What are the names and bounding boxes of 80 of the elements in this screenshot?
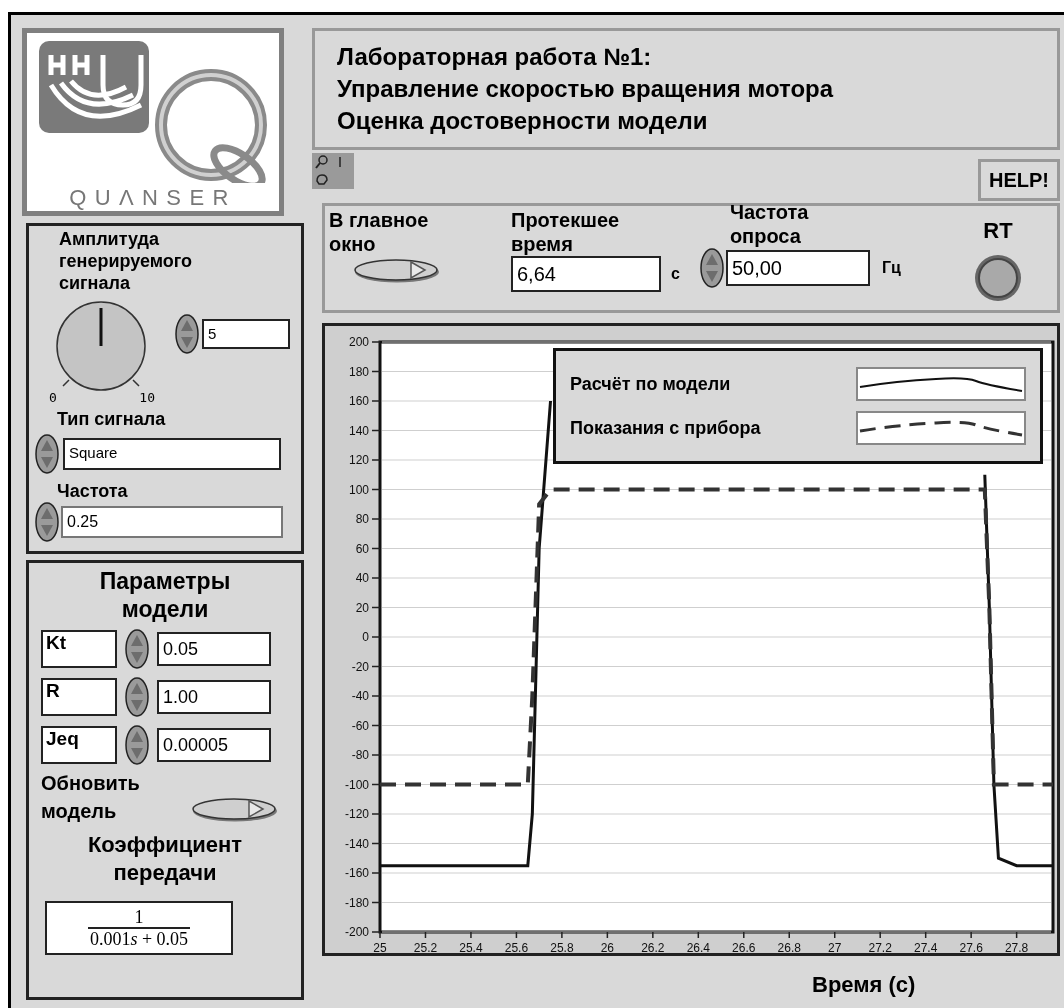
elapsed-time-field[interactable]: 6,64 [511, 256, 661, 292]
x-tick-label: 25 [373, 941, 387, 953]
x-tick-label: 26 [600, 941, 615, 953]
main-window-button[interactable] [353, 258, 441, 284]
unit-label: с [671, 264, 680, 284]
y-tick-label: 180 [348, 364, 369, 379]
x-axis-title: Время (с) [812, 971, 917, 999]
y-tick-label: -20 [351, 659, 369, 674]
y-tick-label: -40 [351, 689, 369, 703]
y-tick-label: -200 [344, 925, 369, 939]
sample-rate-label: Частота опроса [729, 200, 810, 248]
y-tick-label: -100 [344, 777, 369, 792]
help-button[interactable]: HELP! [978, 159, 1060, 201]
x-tick-label: 25.4 [459, 941, 483, 953]
y-tick-label: 40 [355, 571, 369, 585]
main-window-label: В главное окно [329, 208, 430, 256]
title-text: Лабораторная работа №1: [337, 42, 653, 72]
panel-title: Параметры модели [98, 567, 232, 623]
x-tick-label: 26.2 [641, 941, 665, 953]
parameter-name: Kt [41, 630, 117, 668]
y-tick-label: 80 [355, 512, 369, 526]
x-tick-label: 25.2 [413, 941, 438, 953]
y-tick-label: -180 [344, 895, 369, 910]
x-tick-label: 27.8 [1004, 941, 1029, 953]
spinner-control[interactable] [125, 725, 149, 765]
panel-title: Амплитуда генерируемого сигнала [59, 228, 194, 294]
title-text: Управление скоростью вращения мотора [337, 74, 835, 104]
spinner-control[interactable] [175, 314, 199, 354]
frequency-field[interactable]: 0.25 [61, 505, 283, 538]
y-tick-label: 160 [348, 394, 369, 408]
unit-label: Гц [881, 258, 901, 278]
frequency-label: Частота [57, 479, 129, 502]
knob-max-label: 10 [139, 389, 155, 407]
signal-type-field[interactable]: Square [63, 437, 281, 470]
spinner-control[interactable] [35, 433, 59, 474]
gain-title: Коэффициент передачи [86, 831, 244, 887]
transfer-function-formula: 1 0.001s + 0.05 [45, 901, 233, 955]
y-tick-label: 200 [348, 335, 369, 349]
y-tick-label: 20 [355, 600, 369, 615]
x-tick-label: 25.8 [550, 941, 574, 953]
knob-min-label: 0 [49, 389, 57, 407]
x-tick-label: 26.8 [777, 941, 801, 953]
y-tick-label: -80 [351, 748, 369, 762]
signal-type-label: Тип сигнала [57, 407, 167, 430]
y-tick-label: 120 [348, 453, 369, 467]
x-tick-label: 26.6 [732, 941, 756, 953]
zoom-icon[interactable] [314, 155, 330, 169]
y-tick-label: -160 [344, 866, 369, 880]
y-tick-label: -140 [344, 836, 369, 851]
x-tick-label: 27.4 [914, 941, 938, 953]
x-tick-label: 26.4 [686, 941, 710, 953]
logo-text: QUΛNSER [69, 187, 237, 209]
legend-label: Показания с прибора [570, 416, 761, 440]
spinner-control[interactable] [35, 501, 59, 542]
parameter-value-field[interactable]: 0.00005 [157, 728, 271, 762]
rt-label: RT [983, 217, 1013, 245]
y-tick-label: -120 [344, 807, 369, 821]
x-tick-label: 27 [828, 941, 842, 953]
x-tick-label: 27.2 [868, 941, 892, 953]
x-tick-label: 27.6 [959, 941, 983, 953]
update-model-button[interactable] [191, 797, 279, 823]
x-tick-label: 25.6 [504, 941, 529, 953]
legend-label: Расчёт по модели [570, 372, 731, 396]
sample-rate-field[interactable]: 50,00 [725, 250, 870, 286]
y-tick-label: 140 [348, 423, 369, 438]
y-tick-label: 60 [355, 541, 369, 556]
y-tick-label: 0 [362, 630, 369, 644]
spinner-control[interactable] [125, 629, 149, 669]
elapsed-time-label: Протекшее время [511, 208, 621, 256]
update-model-label: Обновить модель [41, 771, 141, 824]
spinner-control[interactable] [125, 677, 149, 717]
parameter-value-field[interactable]: 1.00 [157, 680, 271, 714]
parameter-value-field[interactable]: 0.05 [157, 632, 271, 666]
y-tick-label: 100 [348, 482, 369, 497]
title-text: Оценка достоверности модели [337, 106, 709, 136]
amplitude-field[interactable]: 5 [202, 319, 290, 349]
parameter-name: Jeq [41, 726, 117, 764]
y-tick-label: -60 [351, 718, 369, 733]
spinner-control[interactable] [699, 248, 724, 288]
parameter-name: R [41, 678, 117, 716]
